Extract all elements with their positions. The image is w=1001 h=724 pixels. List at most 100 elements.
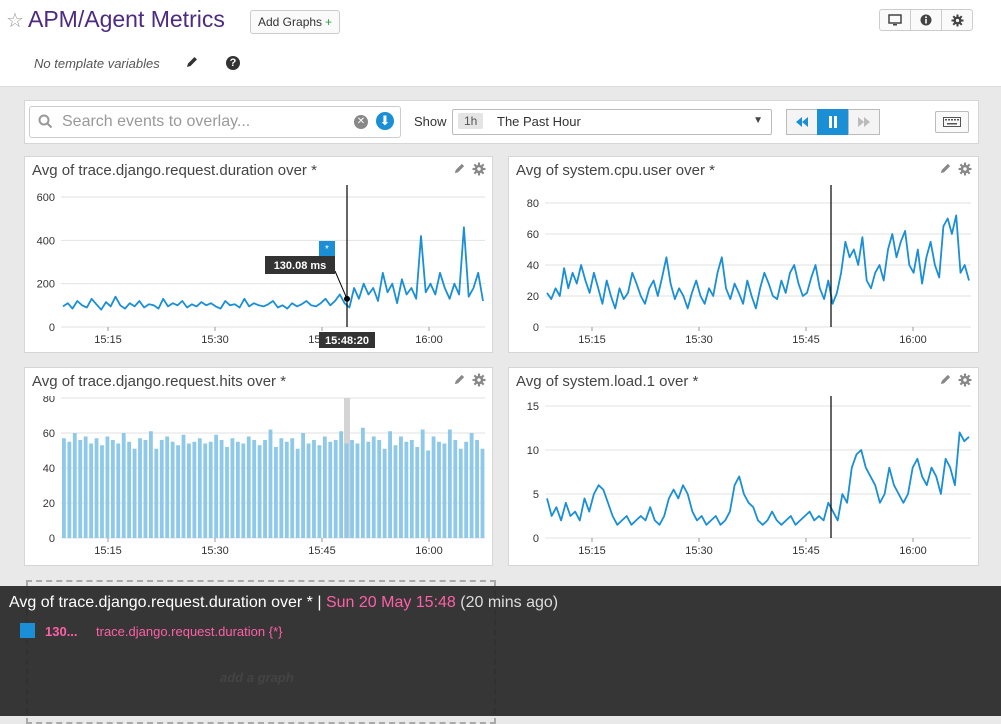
keyboard-shortcuts-button[interactable] (935, 111, 969, 133)
add-graph-label[interactable]: add a graph (220, 670, 294, 685)
edit-pencil-icon[interactable] (453, 162, 466, 175)
edit-pencil-icon[interactable] (453, 373, 466, 386)
bar (371, 436, 376, 538)
event-search-input[interactable] (60, 111, 349, 133)
bar (475, 440, 479, 538)
edit-template-pencil-icon[interactable] (185, 55, 199, 69)
y-tick-label: 20 (527, 291, 539, 303)
event-toolbar: ✕ ⬇ Show 1h The Past Hour ▼ (24, 100, 979, 144)
graph-panel-system-load[interactable]: Avg of system.load.1 over * 15 10 5 0 15:15 1… (508, 367, 979, 566)
bar (339, 431, 344, 538)
bar (279, 438, 284, 538)
bar (214, 434, 219, 538)
graph-panel-cpu-user[interactable]: Avg of system.cpu.user over * 80 60 40 20 0 1… (508, 156, 979, 353)
bar (121, 433, 126, 538)
star-icon[interactable]: ☆ (6, 8, 24, 33)
dashboard-header: ☆ APM/Agent Metrics Add Graphs + No templ… (0, 0, 1001, 87)
bar (241, 443, 246, 538)
duration-line-chart[interactable]: 600400200015:1515:3015:4516:00*130.08 ms… (25, 185, 492, 350)
add-graphs-button[interactable]: Add Graphs + (250, 10, 341, 34)
show-label: Show (414, 114, 447, 129)
bar (382, 448, 387, 538)
bar (426, 450, 431, 538)
graph-settings-gear-icon[interactable] (472, 162, 486, 176)
y-tick-label: 15 (527, 401, 539, 413)
bar (219, 440, 224, 538)
graph-settings-gear-icon[interactable] (958, 373, 972, 387)
y-tick-label: 10 (527, 445, 539, 457)
event-marker-label: * (325, 244, 329, 255)
pause-icon (829, 116, 837, 128)
overlay-title-date: Sun 20 May 15:48 (325, 594, 456, 611)
forward-button[interactable] (848, 109, 880, 135)
bar (268, 429, 273, 538)
bar (116, 443, 121, 538)
graph-actions (939, 373, 972, 387)
bar (284, 441, 289, 538)
bar (344, 443, 349, 538)
x-tick-label: 15:30 (685, 545, 713, 557)
graph-title: Avg of trace.django.request.hits over * (32, 373, 287, 390)
y-tick-label: 40 (43, 463, 55, 475)
bar (72, 433, 77, 538)
bar (235, 441, 240, 538)
x-tick-label: 15:30 (201, 545, 229, 557)
x-tick-label: 16:00 (899, 545, 927, 557)
settings-button[interactable] (941, 9, 973, 31)
bar (176, 445, 180, 538)
bar (312, 440, 316, 538)
y-tick-label: 60 (527, 229, 539, 241)
graph-panel-request-hits[interactable]: Avg of trace.django.request.hits over * … (24, 367, 493, 566)
bar (263, 440, 267, 538)
bar (257, 445, 262, 538)
overlay-download-icon[interactable]: ⬇ (376, 112, 394, 130)
bar (138, 438, 142, 538)
playback-controls (786, 109, 880, 135)
x-tick-label: 15:15 (94, 334, 122, 346)
header-actions (879, 9, 973, 31)
bar (415, 447, 420, 538)
timeframe-select[interactable]: 1h The Past Hour ▼ (452, 109, 772, 135)
pause-button[interactable] (817, 109, 849, 135)
graph-panel-request-duration[interactable]: Avg of trace.django.request.duration ove… (24, 156, 493, 353)
graph-settings-gear-icon[interactable] (472, 373, 486, 387)
bar (317, 445, 322, 538)
edit-pencil-icon[interactable] (939, 162, 952, 175)
bar (170, 441, 175, 538)
bar (399, 436, 403, 538)
info-button[interactable] (910, 9, 942, 31)
system-load-line-chart[interactable]: 15 10 5 0 15:15 15:30 15:45 16:00 (509, 396, 978, 563)
bar (377, 440, 382, 538)
y-tick-label: 20 (43, 498, 55, 510)
keyboard-icon (943, 117, 961, 127)
help-icon[interactable]: ? (226, 56, 240, 70)
bar (442, 443, 447, 538)
graph-actions (453, 373, 486, 387)
cpu-user-line-chart[interactable]: 80 60 40 20 0 15:15 15:30 15:45 16:00 (509, 185, 978, 350)
hits-bar-chart[interactable]: 80 60 40 20 0 15:15 15:30 15:45 16:00 (25, 396, 492, 563)
bar (197, 438, 202, 538)
bar (203, 443, 208, 538)
x-tick-label: 15:45 (792, 334, 820, 346)
edit-pencil-icon[interactable] (939, 373, 952, 386)
bar (464, 441, 469, 538)
graph-settings-gear-icon[interactable] (958, 162, 972, 176)
bar (420, 429, 425, 538)
clear-search-icon[interactable]: ✕ (354, 115, 368, 129)
bar (447, 429, 452, 538)
series-metric-name: trace.django.request.duration {*} (96, 624, 283, 639)
bar (350, 440, 354, 538)
x-tick-label: 16:00 (415, 334, 443, 346)
y-tick-label: 0 (49, 322, 55, 334)
bar (252, 440, 257, 538)
series-color-swatch (20, 623, 35, 638)
tv-mode-button[interactable] (879, 9, 911, 31)
bar (333, 440, 338, 538)
x-tick-label: 15:15 (578, 334, 606, 346)
bar (105, 436, 110, 538)
bar (431, 436, 436, 538)
y-tick-label: 400 (37, 235, 55, 247)
y-tick-label: 5 (533, 489, 539, 501)
bar (230, 438, 235, 538)
rewind-button[interactable] (786, 109, 818, 135)
